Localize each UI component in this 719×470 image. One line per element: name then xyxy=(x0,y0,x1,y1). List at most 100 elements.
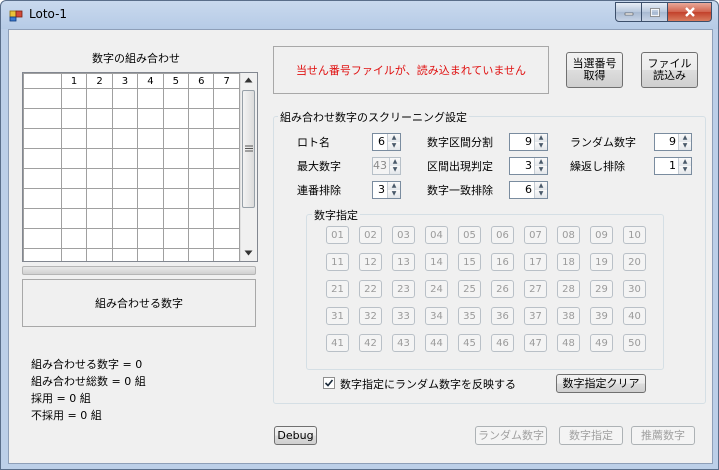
spin-up-icon[interactable]: ▲ xyxy=(535,182,547,190)
grid-cell[interactable] xyxy=(213,208,240,229)
grid-cell[interactable] xyxy=(137,208,164,229)
minimize-button[interactable] xyxy=(615,2,642,22)
grid-cell[interactable] xyxy=(188,168,215,189)
grid-cell[interactable] xyxy=(213,108,240,129)
grid-cell[interactable] xyxy=(213,128,240,149)
clear-number-spec-button[interactable]: 数字指定クリア xyxy=(556,374,646,393)
consecutive-exclude-value[interactable]: 3 xyxy=(373,182,387,198)
grid-cell[interactable] xyxy=(213,228,240,249)
grid-cell[interactable] xyxy=(213,248,240,261)
grid-cell[interactable] xyxy=(23,248,62,261)
grid-cell[interactable] xyxy=(111,108,139,129)
grid-cell[interactable] xyxy=(86,208,113,229)
title-bar[interactable]: Loto-1 xyxy=(1,1,718,29)
grid-cell[interactable] xyxy=(60,248,88,261)
spin-down-icon[interactable]: ▼ xyxy=(679,166,691,174)
grid-row[interactable] xyxy=(23,88,240,109)
grid-cell[interactable] xyxy=(23,88,62,109)
grid-cell[interactable] xyxy=(60,88,88,109)
grid-cell[interactable] xyxy=(60,108,88,129)
grid-cell[interactable] xyxy=(86,88,113,109)
grid-cell[interactable] xyxy=(111,228,139,249)
grid-cell[interactable] xyxy=(60,128,88,149)
grid-cell[interactable] xyxy=(23,208,62,229)
grid-cell[interactable] xyxy=(86,148,113,169)
debug-button[interactable]: Debug xyxy=(274,426,317,445)
grid-cell[interactable] xyxy=(162,208,190,229)
grid-cell[interactable] xyxy=(111,248,139,261)
spin-down-icon[interactable]: ▼ xyxy=(388,142,400,150)
reflect-random-checkbox[interactable] xyxy=(323,377,335,389)
spin-down-icon[interactable]: ▼ xyxy=(535,166,547,174)
grid-cell[interactable] xyxy=(86,228,113,249)
interval-appear-value[interactable]: 3 xyxy=(510,158,534,174)
grid-cell[interactable] xyxy=(111,168,139,189)
get-winning-numbers-button[interactable]: 当選番号 取得 xyxy=(566,52,623,88)
grid-cell[interactable] xyxy=(23,108,62,129)
grid-cell[interactable] xyxy=(162,168,190,189)
grid-cell[interactable] xyxy=(137,108,164,129)
grid-cell[interactable] xyxy=(188,188,215,209)
grid-cell[interactable] xyxy=(137,228,164,249)
spin-down-icon[interactable]: ▼ xyxy=(535,142,547,150)
grid-cell[interactable] xyxy=(162,248,190,261)
grid-scroll-thumb[interactable] xyxy=(242,90,255,208)
grid-cell[interactable] xyxy=(162,148,190,169)
grid-cell[interactable] xyxy=(137,168,164,189)
grid-cell[interactable] xyxy=(111,128,139,149)
reflect-random-label[interactable]: 数字指定にランダム数字を反映する xyxy=(340,376,516,392)
spin-up-icon[interactable]: ▲ xyxy=(388,134,400,142)
grid-cell[interactable] xyxy=(60,168,88,189)
match-exclude-value[interactable]: 6 xyxy=(510,182,534,198)
spin-down-icon[interactable]: ▼ xyxy=(535,190,547,198)
grid-horizontal-scrollbar[interactable] xyxy=(22,266,256,275)
grid-cell[interactable] xyxy=(213,168,240,189)
combination-table[interactable]: 1234567 xyxy=(23,73,240,261)
grid-cell[interactable] xyxy=(111,188,139,209)
grid-row[interactable] xyxy=(23,128,240,149)
grid-cell[interactable] xyxy=(60,148,88,169)
spin-down-icon[interactable]: ▼ xyxy=(679,142,691,150)
grid-cell[interactable] xyxy=(188,248,215,261)
grid-row[interactable] xyxy=(23,108,240,129)
grid-cell[interactable] xyxy=(23,168,62,189)
grid-cell[interactable] xyxy=(162,188,190,209)
grid-vertical-scrollbar[interactable] xyxy=(240,73,257,261)
grid-cell[interactable] xyxy=(23,148,62,169)
loto-name-value[interactable]: 6 xyxy=(373,134,387,150)
interval-appear-spinner[interactable]: 3 ▲ ▼ xyxy=(509,157,548,175)
grid-cell[interactable] xyxy=(111,208,139,229)
interval-split-spinner[interactable]: 9 ▲ ▼ xyxy=(509,133,548,151)
grid-cell[interactable] xyxy=(137,248,164,261)
grid-cell[interactable] xyxy=(86,248,113,261)
grid-cell[interactable] xyxy=(188,208,215,229)
random-number-value[interactable]: 9 xyxy=(655,134,678,150)
grid-row[interactable] xyxy=(23,148,240,169)
grid-cell[interactable] xyxy=(162,228,190,249)
grid-cell[interactable] xyxy=(137,188,164,209)
interval-split-value[interactable]: 9 xyxy=(510,134,534,150)
grid-cell[interactable] xyxy=(60,228,88,249)
grid-cell[interactable] xyxy=(213,148,240,169)
grid-cell[interactable] xyxy=(162,88,190,109)
grid-row[interactable] xyxy=(23,228,240,249)
grid-cell[interactable] xyxy=(188,108,215,129)
grid-cell[interactable] xyxy=(60,208,88,229)
grid-cell[interactable] xyxy=(213,88,240,109)
grid-cell[interactable] xyxy=(213,188,240,209)
grid-cell[interactable] xyxy=(188,128,215,149)
spin-down-icon[interactable]: ▼ xyxy=(388,190,400,198)
grid-row[interactable] xyxy=(23,208,240,229)
grid-cell[interactable] xyxy=(23,188,62,209)
spin-up-icon[interactable]: ▲ xyxy=(535,158,547,166)
grid-cell[interactable] xyxy=(162,128,190,149)
grid-row[interactable] xyxy=(23,168,240,189)
grid-cell[interactable] xyxy=(86,128,113,149)
grid-cell[interactable] xyxy=(137,128,164,149)
grid-cell[interactable] xyxy=(23,128,62,149)
grid-cell[interactable] xyxy=(111,88,139,109)
grid-cell[interactable] xyxy=(86,168,113,189)
load-file-button[interactable]: ファイル 読込み xyxy=(641,52,698,88)
close-button[interactable] xyxy=(668,2,712,22)
grid-cell[interactable] xyxy=(86,188,113,209)
